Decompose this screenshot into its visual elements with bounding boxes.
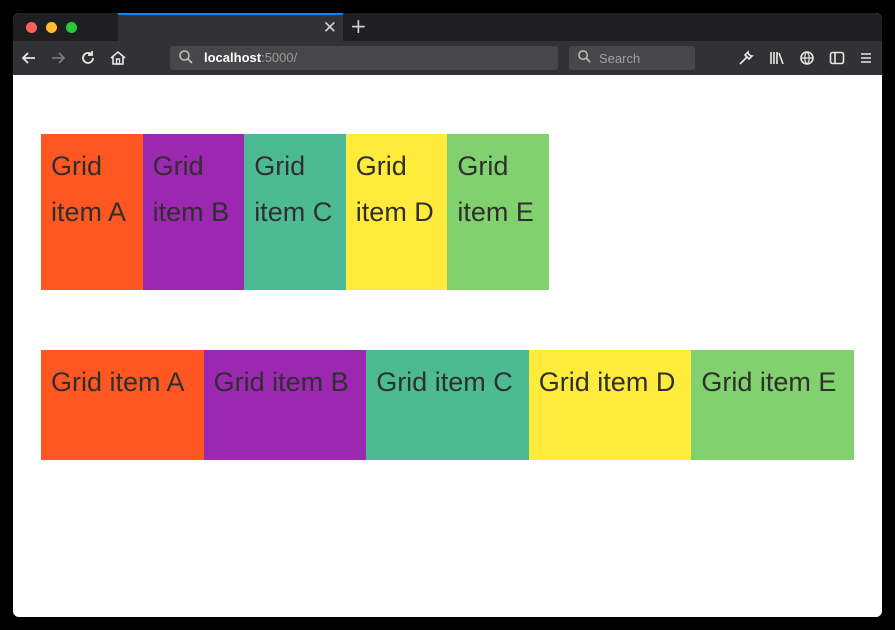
home-icon[interactable] xyxy=(107,49,129,67)
grid-container-wide: Grid item A Grid item B Grid item C Grid… xyxy=(41,350,854,460)
menu-icon[interactable] xyxy=(856,49,876,67)
window-maximize-button[interactable] xyxy=(66,22,77,33)
grid-item-e: Grid item E xyxy=(447,134,549,290)
tracking-protection-icon[interactable] xyxy=(797,49,817,67)
grid-item-b: Grid item B xyxy=(203,350,367,460)
url-path: :5000/ xyxy=(261,50,298,65)
grid-item-c: Grid item C xyxy=(244,134,346,290)
page-content: Grid item A Grid item B Grid item C Grid… xyxy=(13,75,882,617)
window-minimize-button[interactable] xyxy=(46,22,57,33)
grid-item-a: Grid item A xyxy=(41,350,204,460)
url-host: localhost xyxy=(204,50,262,65)
search-placeholder: Search xyxy=(599,51,641,66)
tab-close-icon[interactable]: ✕ xyxy=(323,19,337,37)
address-bar[interactable]: localhost:5000/ xyxy=(170,46,558,70)
grid-item-c: Grid item C xyxy=(366,350,529,460)
grid-item-d: Grid item D xyxy=(528,350,692,460)
grid-item-d: Grid item D xyxy=(345,134,448,290)
window-close-button[interactable] xyxy=(26,22,37,33)
new-tab-button[interactable]: + xyxy=(350,15,367,37)
search-input[interactable]: Search xyxy=(569,46,695,70)
grid-item-a: Grid item A xyxy=(41,134,143,290)
grid-item-b: Grid item B xyxy=(142,134,245,290)
navigation-toolbar: localhost:5000/ Search xyxy=(13,41,882,75)
url-text[interactable]: localhost:5000/ xyxy=(204,50,297,65)
reload-icon[interactable] xyxy=(77,49,99,67)
wrench-icon[interactable] xyxy=(736,49,756,67)
tab-bar: ✕ + xyxy=(13,13,882,41)
grid-item-e: Grid item E xyxy=(691,350,854,460)
library-icon[interactable] xyxy=(766,49,788,67)
browser-window: ✕ + localhost:5000/ Search Grid item A G… xyxy=(13,13,882,617)
sidebar-icon[interactable] xyxy=(827,49,847,67)
grid-container-narrow: Grid item A Grid item B Grid item C Grid… xyxy=(41,134,549,290)
search-icon xyxy=(577,49,592,68)
search-icon xyxy=(178,49,194,69)
back-icon[interactable] xyxy=(18,49,40,67)
browser-tab[interactable]: ✕ xyxy=(118,13,343,41)
forward-icon[interactable] xyxy=(47,49,69,67)
